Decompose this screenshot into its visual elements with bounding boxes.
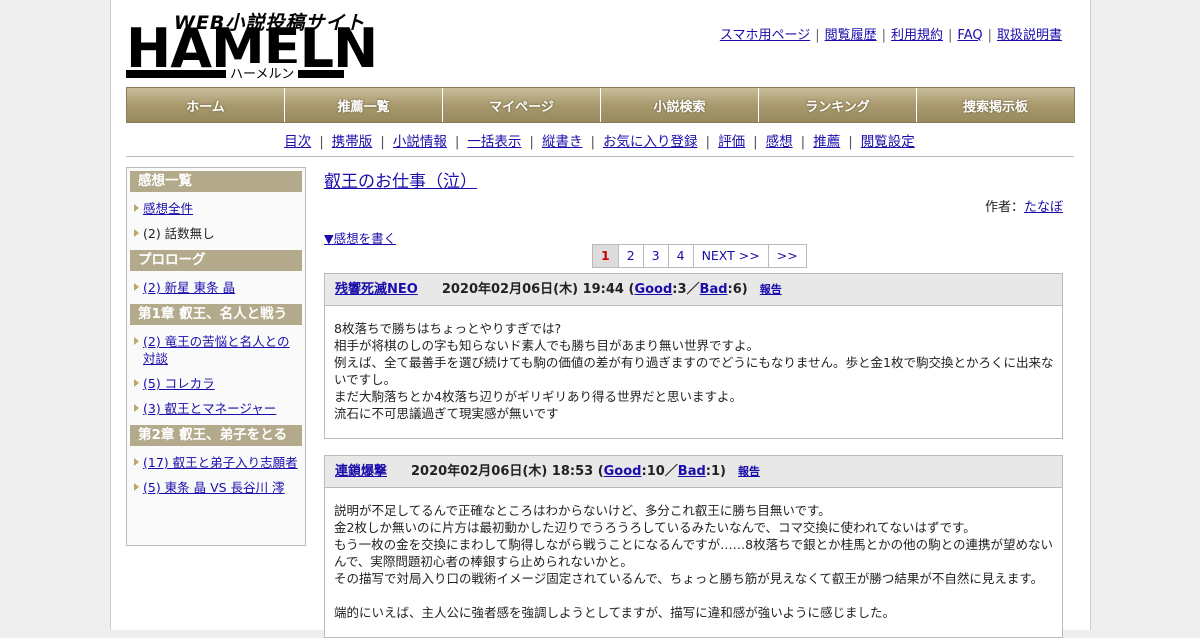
author-label: 作者： [984,200,1024,215]
sidebar-item[interactable]: (2) 竜王の苦悩と名人との対談 [127,333,305,367]
novel-title[interactable]: 叡王のお仕事（泣） [324,172,477,192]
bad-link[interactable]: Bad [678,464,706,479]
good-count: 10 [646,464,665,479]
review-user[interactable]: 連鎖爆撃 [335,464,387,479]
nav-search[interactable]: 小説検索 [601,88,759,122]
write-review-link[interactable]: ▼感想を書く [324,231,396,246]
good-count: 3 [677,282,687,297]
review-text: 流石に不可思議過ぎて現実感が無いです [334,406,559,421]
nav-ranking[interactable]: ランキング [759,88,917,122]
review-body: 8枚落ちで勝ちはちょっとやりすぎでは? 相手が将棋のしの字も知らないド素人でも勝… [325,306,1062,438]
subnav-reviews[interactable]: 感想 [766,134,793,150]
nav-board[interactable]: 捜索掲示板 [917,88,1074,122]
nav-mypage[interactable]: マイページ [443,88,601,122]
review-date: 2020年02月06日(木) 18:53 [411,464,594,479]
review-text: 端的にいえば、主人公に強者感を強調しようとしてますが、描写に違和感が強いように感… [334,605,896,620]
sidebar-item[interactable]: (17) 叡王と弟子入り志願者 [127,454,305,471]
bad-count: 1 [711,464,721,479]
page-2[interactable]: 2 [619,245,644,267]
review-text: 説明が不足してるんで正確なところはわからないけど、多分これ叡王に勝ち目無いです。 [334,503,831,518]
main-content: 叡王のお仕事（泣） 作者：たなぼ ▼感想を書く 1 2 3 4 NEXT >> … [324,167,1063,638]
subnav-mobile[interactable]: 携帯版 [332,134,373,150]
link-faq[interactable]: FAQ [957,28,982,43]
review-text: その描写で対局入り口の戦術イメージ固定されているんで、ちょっと勝ち筋が見えなくて… [334,571,1044,586]
top-links: スマホ用ページ | 閲覧履歴 | 利用規約 | FAQ | 取扱説明書 [719,28,1062,43]
sidebar-item: (2) 話数無し [127,225,305,242]
sidebar-item[interactable]: (2) 新星 東条 晶 [127,279,305,296]
sidebar-heading: 感想一覧 [130,171,302,192]
bad-link[interactable]: Bad [700,282,728,297]
sidebar-heading: 第1章 叡王、名人と戦う [130,304,302,325]
review-header: 残響死滅NEO 2020年02月06日(木) 19:44 (Good:3／Bad:… [325,274,1062,306]
divider [126,156,1074,157]
page-last[interactable]: >> [769,245,806,267]
sidebar-heading: プロローグ [130,250,302,271]
link-manual[interactable]: 取扱説明書 [997,28,1062,43]
link-smartphone[interactable]: スマホ用ページ [720,28,810,43]
review-date: 2020年02月06日(木) 19:44 [441,282,624,297]
logo-kana: ハーメルン [226,63,299,82]
link-history[interactable]: 閲覧履歴 [825,28,877,43]
sidebar-item[interactable]: (3) 叡王とマネージャー [127,400,305,417]
link-terms[interactable]: 利用規約 [891,28,943,43]
bad-count: 6 [732,282,742,297]
subnav-settings[interactable]: 閲覧設定 [861,134,915,150]
review-text: 金2枚しか無いのに片方は最初動かした辺りでうろうろしているみたいなんで、コマ交換… [334,520,976,535]
review-user[interactable]: 残響死滅NEO [335,282,418,297]
report-link[interactable]: 報告 [760,283,782,296]
sub-nav: 目次 | 携帯版 | 小説情報 | 一括表示 | 縦書き | お気に入り登録 | 評価 | 感想 | 推薦 | 閲覧… [284,134,915,150]
review-text [334,587,1056,604]
nav-home[interactable]: ホーム [127,88,285,122]
author-line: 作者：たなぼ [324,196,1063,215]
report-link[interactable]: 報告 [738,465,760,478]
page-1: 1 [593,245,619,267]
main-nav: ホーム 推薦一覧 マイページ 小説検索 ランキング 捜索掲示板 [126,87,1075,123]
site-logo[interactable]: WEB小説投稿サイト HAMELN ハーメルン [126,8,378,82]
review-card: 残響死滅NEO 2020年02月06日(木) 19:44 (Good:3／Bad:… [324,273,1063,439]
subnav-recommend[interactable]: 推薦 [813,134,840,150]
review-header: 連鎖爆撃 2020年02月06日(木) 18:53 (Good:10／Bad:1)… [325,456,1062,488]
sidebar-item[interactable]: (5) コレカラ [127,375,305,392]
page-4[interactable]: 4 [669,245,694,267]
subnav-all[interactable]: 一括表示 [467,134,521,150]
page-next[interactable]: NEXT >> [694,245,769,267]
review-text: 相手が将棋のしの字も知らないド素人でも勝ち目があまり無い世界ですよ。 [334,338,760,353]
page-3[interactable]: 3 [644,245,669,267]
sidebar-heading: 第2章 叡王、弟子をとる [130,425,302,446]
nav-recommend[interactable]: 推薦一覧 [285,88,443,122]
sidebar-item[interactable]: (5) 東条 晶 VS 長谷川 澪 [127,479,305,496]
pagination: 1 2 3 4 NEXT >> >> [592,244,807,268]
good-link[interactable]: Good [604,464,642,479]
review-text: 8枚落ちで勝ちはちょっとやりすぎでは? [334,321,562,336]
review-text: 例えば、全て最善手を選び続けても駒の価値の差が有り過ぎますのでどうにもなりません… [334,355,1054,387]
review-card: 連鎖爆撃 2020年02月06日(木) 18:53 (Good:10／Bad:1)… [324,455,1063,638]
subnav-favorite[interactable]: お気に入り登録 [603,134,698,150]
subnav-info[interactable]: 小説情報 [393,134,447,150]
subnav-toc[interactable]: 目次 [284,134,311,150]
sidebar: 感想一覧 感想全件 (2) 話数無し プロローグ (2) 新星 東条 晶 第1章… [126,167,306,546]
good-link[interactable]: Good [634,282,672,297]
subnav-vertical[interactable]: 縦書き [542,134,583,150]
subnav-rating[interactable]: 評価 [718,134,745,150]
review-body: 説明が不足してるんで正確なところはわからないけど、多分これ叡王に勝ち目無いです。… [325,488,1062,637]
page-container: WEB小説投稿サイト HAMELN ハーメルン スマホ用ページ | 閲覧履歴 | 利用規… [110,0,1091,638]
sidebar-item[interactable]: 感想全件 [127,200,305,217]
review-text: まだ大駒落ちとか4枚落ち辺りがギリギリあり得る世界だと思いますよ。 [334,389,742,404]
author-link[interactable]: たなぼ [1024,200,1063,215]
review-text: もう一枚の金を交換にまわして駒得しながら戦うことになるんですが……8枚落ちで銀と… [334,537,1053,569]
